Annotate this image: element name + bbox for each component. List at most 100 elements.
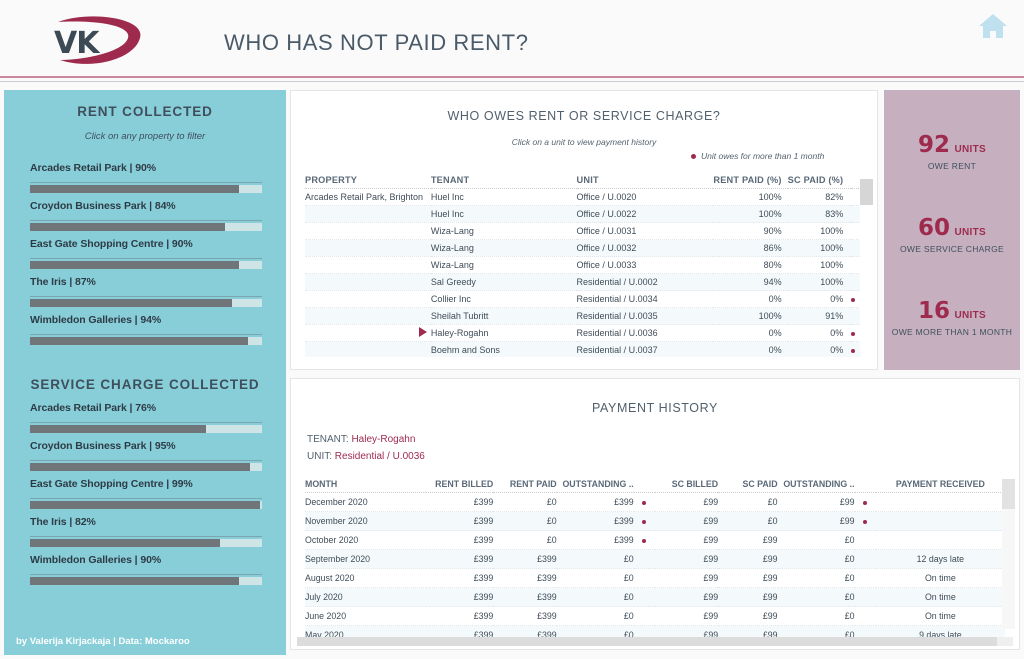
cell-sc-paid: 100%	[787, 222, 852, 240]
cell-property	[305, 290, 431, 308]
ph-col-sc-billed[interactable]: SC BILLED	[654, 477, 719, 493]
ph-col-payment-received[interactable]: PAYMENT RECEIVED	[875, 477, 1005, 493]
ph-col-sc-outstanding[interactable]: OUTSTANDING ..	[777, 477, 855, 493]
ph-col-rent-billed[interactable]: RENT BILLED	[426, 477, 494, 493]
table-row[interactable]: September 2020 £399 £399 £0 £99 £99 £0 12 days …	[305, 549, 1005, 569]
sc-bar-item-3[interactable]: The Iris | 82%	[30, 516, 262, 554]
kpi-owe-multi-units: UNITS	[954, 310, 986, 321]
kpi-owe-rent-number: 92	[918, 132, 951, 158]
table-row[interactable]: June 2020 £399 £399 £0 £99 £99 £0 On time	[305, 606, 1005, 626]
kpi-owe-multi-number: 16	[918, 298, 951, 324]
cell-sc-paid: 0%	[787, 341, 852, 357]
header-rule-accent	[0, 76, 1024, 78]
cell-sc-paid: 100%	[787, 239, 852, 257]
owes-card-title: WHO OWES RENT OR SERVICE CHARGE?	[447, 109, 721, 123]
rent-bar-item-0[interactable]: Arcades Retail Park | 90%	[30, 162, 262, 200]
table-row[interactable]: Wiza-Lang Office / U.0032 86% 100%	[305, 239, 861, 257]
owes-card-hint: Click on a unit to view payment history	[511, 137, 657, 147]
col-unit[interactable]: UNIT	[576, 173, 714, 189]
rent-bar-item-3[interactable]: The Iris | 87%	[30, 276, 262, 314]
col-tenant[interactable]: TENANT	[430, 173, 577, 189]
table-row[interactable]: Huel Inc Office / U.0022 100% 83%	[305, 205, 861, 223]
overdue-dot-icon	[641, 501, 646, 505]
rent-bar-fill	[30, 337, 249, 345]
table-row[interactable]: Sal Greedy Residential / U.0002 94% 100%	[305, 273, 861, 291]
cell-rent-billed: £399	[426, 606, 494, 626]
sc-bar-item-2[interactable]: East Gate Shopping Centre | 99%	[30, 478, 262, 516]
rent-bar-underline	[30, 258, 262, 259]
cell-tenant: Huel Inc	[430, 188, 577, 206]
cell-rent-flag	[633, 587, 655, 607]
col-rent-paid[interactable]: RENT PAID (%)	[713, 173, 788, 189]
selected-row-arrow-icon	[418, 327, 427, 337]
owes-table-scrollbar[interactable]	[860, 179, 873, 351]
kpi-owe-sc-label: OWE SERVICE CHARGE	[900, 244, 1004, 254]
logo-text: VK	[54, 26, 99, 61]
table-row[interactable]: July 2020 £399 £399 £0 £99 £99 £0 On time	[305, 587, 1005, 607]
cell-rent-paid: £0	[493, 530, 557, 550]
ph-col-rent-outstanding[interactable]: OUTSTANDING ..	[556, 477, 634, 493]
overdue-dot-icon	[641, 520, 646, 524]
rent-bar-fill	[30, 223, 225, 231]
cell-unit: Office / U.0020	[576, 188, 714, 206]
rent-bar-item-2[interactable]: East Gate Shopping Centre | 90%	[30, 238, 262, 276]
payment-history-scrollbar-thumb[interactable]	[1002, 479, 1015, 509]
payment-history-table: MONTH RENT BILLED RENT PAID OUTSTANDING …	[305, 477, 1005, 645]
table-row[interactable]: Wiza-Lang Office / U.0031 90% 100%	[305, 222, 861, 240]
table-row[interactable]: December 2020 £399 £0 £399 £99 £0 £99	[305, 492, 1005, 512]
cell-property	[305, 273, 431, 291]
col-property[interactable]: PROPERTY	[305, 173, 431, 189]
cell-rent-paid: £399	[493, 568, 557, 588]
cell-sc-paid: £0	[718, 492, 778, 512]
ph-tenant-line: TENANT: Haley-Rogahn	[307, 431, 425, 448]
ph-col-month[interactable]: MONTH	[305, 477, 427, 493]
payment-history-hscrollbar[interactable]	[297, 637, 1013, 646]
cell-tenant: Collier Inc	[430, 290, 577, 308]
table-row[interactable]: Boehm and Sons Residential / U.0037 0% 0%	[305, 341, 861, 357]
ph-col-rent-paid[interactable]: RENT PAID	[493, 477, 557, 493]
col-sc-paid[interactable]: SC PAID (%)	[787, 173, 852, 189]
sc-bar-label: The Iris | 82%	[30, 516, 96, 528]
cell-rent-outstanding: £399	[556, 511, 634, 531]
ph-header-row: MONTH RENT BILLED RENT PAID OUTSTANDING …	[305, 477, 1005, 493]
rent-bar-track	[30, 223, 262, 231]
cell-rent-outstanding: £399	[556, 492, 634, 512]
cell-rent-paid: 0%	[713, 341, 788, 357]
table-row[interactable]: Wiza-Lang Office / U.0033 80% 100%	[305, 256, 861, 274]
kpi-owe-sc-number: 60	[918, 215, 951, 241]
cell-sc-paid: £99	[718, 530, 778, 550]
cell-rent-paid: £399	[493, 587, 557, 607]
sc-bar-item-0[interactable]: Arcades Retail Park | 76%	[30, 402, 262, 440]
home-icon[interactable]	[976, 10, 1010, 42]
table-row[interactable]: Sheilah Tubritt Residential / U.0035 100% 9…	[305, 307, 861, 325]
table-row[interactable]: August 2020 £399 £399 £0 £99 £99 £0 On time	[305, 568, 1005, 588]
cell-sc-paid: 100%	[787, 256, 852, 274]
table-row[interactable]: Arcades Retail Park, Brighton Huel Inc Off…	[305, 188, 861, 206]
rent-bar-item-4[interactable]: Wimbledon Galleries | 94%	[30, 314, 262, 352]
cell-property	[305, 307, 431, 325]
rent-bar-track	[30, 261, 262, 269]
cell-rent-paid: 80%	[713, 256, 788, 274]
owes-scrollbar-thumb[interactable]	[860, 179, 873, 205]
sc-bar-item-1[interactable]: Croydon Business Park | 95%	[30, 440, 262, 478]
ph-col-sc-paid[interactable]: SC PAID	[718, 477, 778, 493]
cell-sc-outstanding: £0	[777, 530, 855, 550]
payment-history-hscrollbar-thumb[interactable]	[297, 637, 997, 646]
sc-bar-underline	[30, 498, 262, 499]
cell-tenant: Boehm and Sons	[430, 341, 577, 357]
cell-sc-paid: £0	[718, 511, 778, 531]
table-row[interactable]: October 2020 £399 £0 £399 £99 £99 £0	[305, 530, 1005, 550]
table-row[interactable]: November 2020 £399 £0 £399 £99 £0 £99	[305, 511, 1005, 531]
cell-payment-received	[875, 511, 1005, 531]
cell-rent-paid: £0	[493, 511, 557, 531]
sc-bar-item-4[interactable]: Wimbledon Galleries | 90%	[30, 554, 262, 592]
cell-rent-paid: 0%	[713, 290, 788, 308]
payment-history-scrollbar[interactable]	[1002, 479, 1015, 629]
kpi-owe-sc-units: UNITS	[954, 227, 986, 238]
table-row[interactable]: Haley-Rogahn Residential / U.0036 0% 0%	[305, 324, 861, 342]
cell-sc-billed: £99	[654, 606, 719, 626]
rent-bar-item-1[interactable]: Croydon Business Park | 84%	[30, 200, 262, 238]
cell-unit: Residential / U.0036	[576, 324, 714, 342]
cell-rent-billed: £399	[426, 587, 494, 607]
table-row[interactable]: Collier Inc Residential / U.0034 0% 0%	[305, 290, 861, 308]
